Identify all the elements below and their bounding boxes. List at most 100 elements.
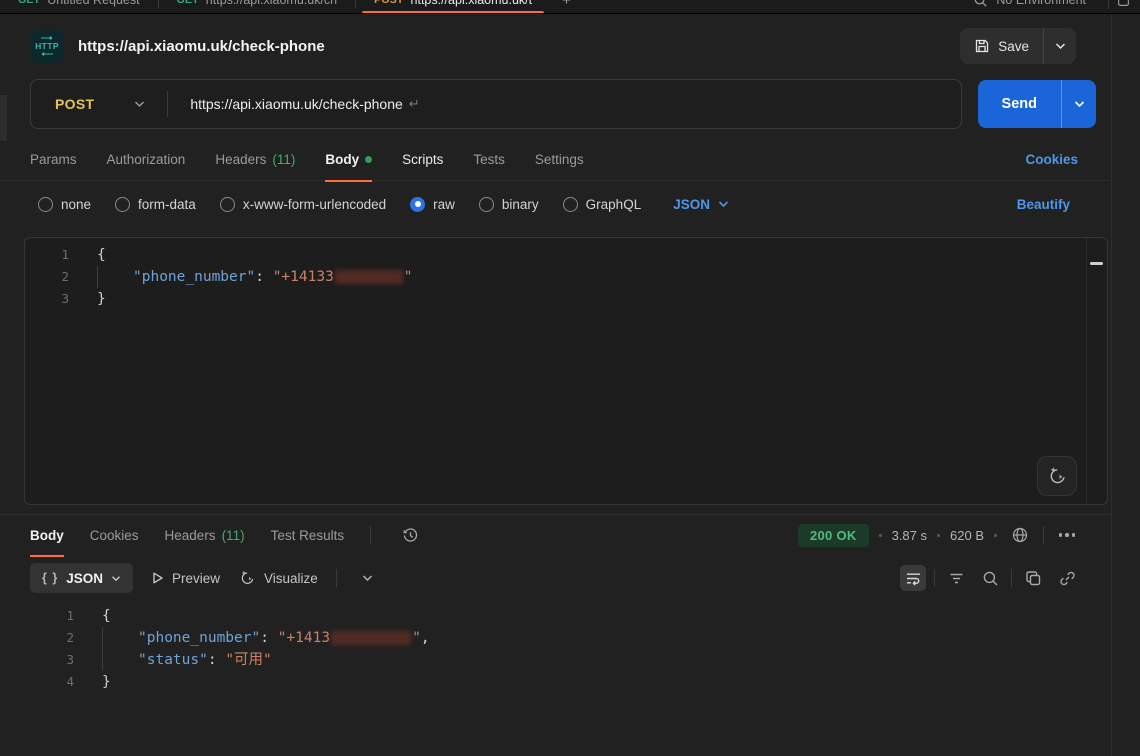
divider xyxy=(1043,526,1044,544)
request-title: https://api.xiaomu.uk/check-phone xyxy=(78,38,325,55)
radio-x-www-form-urlencoded[interactable] xyxy=(220,197,235,212)
mode-binary[interactable]: binary xyxy=(479,197,539,212)
environment-selector[interactable]: No Environment xyxy=(996,0,1086,7)
request-pane: HTTP https://api.xiaomu.uk/check-phone S… xyxy=(0,15,1110,756)
response-history-icon[interactable] xyxy=(397,522,423,548)
send-split-button: Send xyxy=(978,80,1096,128)
preview-button[interactable]: Preview xyxy=(151,571,220,586)
response-time: 3.87 s xyxy=(892,528,927,543)
save-options-caret[interactable] xyxy=(1044,28,1076,64)
radio-raw-selected[interactable] xyxy=(410,197,425,212)
response-toolbar: { } JSON Preview Visualize xyxy=(0,559,1110,597)
response-toolbar-right xyxy=(900,565,1080,591)
response-tab-headers[interactable]: Headers (11) xyxy=(165,514,245,556)
divider xyxy=(167,91,168,117)
tab-headers[interactable]: Headers (11) xyxy=(215,139,295,181)
active-tab-underline xyxy=(362,11,544,14)
save-icon xyxy=(974,38,990,54)
status-badge: 200 OK xyxy=(798,524,869,547)
ellipsis-icon xyxy=(1057,533,1078,537)
save-split-button: Save xyxy=(960,28,1076,64)
mode-x-www-form-urlencoded[interactable]: x-www-form-urlencoded xyxy=(220,197,386,212)
url-bar: POST https://api.xiaomu.uk/check-phone ↵ xyxy=(30,79,962,129)
braces-icon: { } xyxy=(42,571,58,585)
response-tab-test-results[interactable]: Test Results xyxy=(271,514,345,556)
divider xyxy=(370,526,371,544)
save-button[interactable]: Save xyxy=(960,28,1043,64)
radio-form-data[interactable] xyxy=(115,197,130,212)
tab-scripts[interactable]: Scripts xyxy=(402,139,443,181)
url-row: POST https://api.xiaomu.uk/check-phone ↵… xyxy=(30,79,1096,129)
tab-settings[interactable]: Settings xyxy=(535,139,584,181)
network-globe-icon[interactable] xyxy=(1007,522,1033,548)
request-tab-label: https://api.xiaomu.uk/ch xyxy=(206,0,337,7)
radio-graphql[interactable] xyxy=(563,197,578,212)
send-options-caret[interactable] xyxy=(1062,80,1096,128)
dot-separator xyxy=(937,534,940,537)
editor-scrollbar-track xyxy=(1086,238,1087,504)
request-tab-3-active[interactable]: POST https://api.xiaomu.uk/t xyxy=(356,0,550,14)
mode-form-data[interactable]: form-data xyxy=(115,197,196,212)
environment-quicklook-icon[interactable] xyxy=(1117,0,1130,7)
new-tab-button[interactable]: + xyxy=(550,0,583,9)
dot-separator xyxy=(879,534,882,537)
link-icon[interactable] xyxy=(1054,565,1080,591)
request-body-editor[interactable]: 1{2"phone_number": "+14133"3} xyxy=(24,237,1108,505)
response-format-dropdown[interactable]: { } JSON xyxy=(30,563,133,593)
beautify-link[interactable]: Beautify xyxy=(1017,197,1070,212)
request-tab-2[interactable]: GET https://api.xiaomu.uk/ch xyxy=(159,0,356,14)
divider xyxy=(336,569,337,587)
editor-scrollbar-thumb[interactable] xyxy=(1090,262,1103,265)
response-body-viewer[interactable]: 1{2"phone_number": "+1413",3"status": "可… xyxy=(0,605,1110,693)
mode-graphql[interactable]: GraphQL xyxy=(563,197,642,212)
search-response-icon[interactable] xyxy=(977,565,1003,591)
mode-none[interactable]: none xyxy=(38,197,91,212)
headers-count-badge: (11) xyxy=(272,152,295,167)
visualize-button[interactable]: Visualize xyxy=(238,569,318,587)
request-body-code[interactable]: 1{2"phone_number": "+14133"3} xyxy=(25,244,1107,310)
mode-raw-selected[interactable]: raw xyxy=(410,197,455,212)
divider xyxy=(1011,569,1012,587)
request-tab-label: Untitled Request xyxy=(47,0,139,7)
wrap-text-icon[interactable] xyxy=(900,565,926,591)
visualize-options-caret[interactable] xyxy=(355,565,381,591)
response-tab-body-active[interactable]: Body xyxy=(30,514,64,556)
divider xyxy=(934,569,935,587)
radio-binary[interactable] xyxy=(479,197,494,212)
right-sidebar-rail xyxy=(1111,15,1140,756)
tab-tests[interactable]: Tests xyxy=(473,139,505,181)
body-has-content-dot xyxy=(365,156,372,163)
response-body-code[interactable]: 1{2"phone_number": "+1413",3"status": "可… xyxy=(30,605,1110,693)
play-icon xyxy=(151,571,164,585)
response-size: 620 B xyxy=(950,528,984,543)
request-tab-1[interactable]: GET Untitled Request xyxy=(0,0,158,14)
method-dropdown[interactable]: POST xyxy=(31,96,167,112)
request-header: HTTP https://api.xiaomu.uk/check-phone S… xyxy=(0,15,1110,64)
response-options-ellipsis[interactable] xyxy=(1054,522,1080,548)
filter-icon[interactable] xyxy=(943,565,969,591)
dot-separator xyxy=(994,534,997,537)
response-tab-cookies[interactable]: Cookies xyxy=(90,514,139,556)
tab-authorization[interactable]: Authorization xyxy=(107,139,186,181)
send-button[interactable]: Send xyxy=(978,80,1061,128)
postbot-button[interactable] xyxy=(1037,456,1077,496)
tab-params[interactable]: Params xyxy=(30,139,77,181)
method-badge-get: GET xyxy=(18,0,40,6)
method-badge-post: POST xyxy=(374,0,403,6)
radio-none[interactable] xyxy=(38,197,53,212)
postbot-sparkle-icon xyxy=(1046,465,1068,487)
language-dropdown[interactable]: JSON xyxy=(673,197,729,212)
url-input[interactable]: https://api.xiaomu.uk/check-phone xyxy=(190,96,402,112)
search-icon[interactable] xyxy=(973,0,988,8)
tab-body-active[interactable]: Body xyxy=(325,139,372,181)
method-badge-get: GET xyxy=(177,0,199,6)
response-meta-row: Body Cookies Headers (11) Test Results xyxy=(0,515,1110,555)
divider xyxy=(1108,0,1109,9)
copy-response-icon[interactable] xyxy=(1020,565,1046,591)
request-tab-label: https://api.xiaomu.uk/t xyxy=(411,0,533,7)
url-enter-hint: ↵ xyxy=(409,96,420,112)
active-tab-underline xyxy=(30,555,64,557)
cookies-link[interactable]: Cookies xyxy=(1025,152,1078,167)
response-headers-count: (11) xyxy=(222,528,245,543)
workspace-tab-strip: GET Untitled Request GET https://api.xia… xyxy=(0,0,1140,14)
